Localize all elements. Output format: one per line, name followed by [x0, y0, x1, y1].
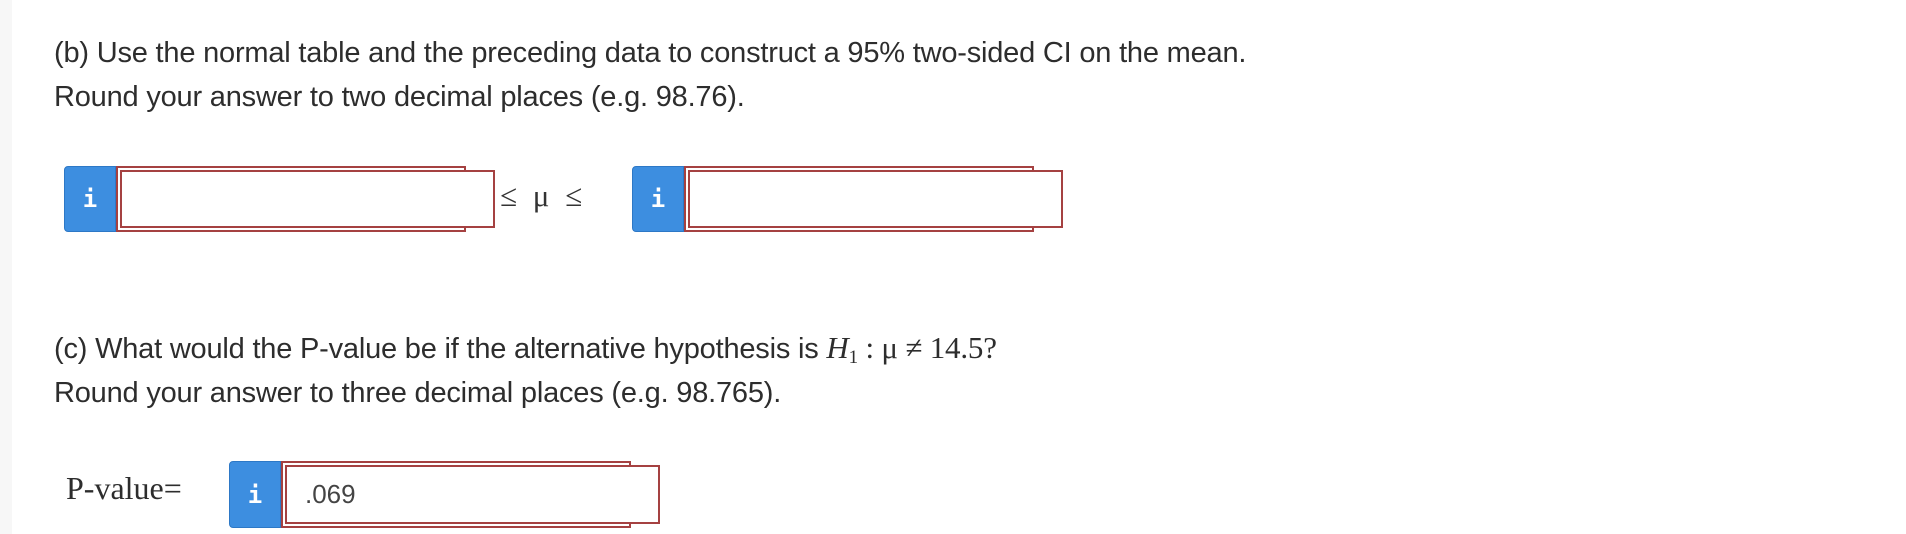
question-panel: (b) Use the normal table and the precedi… — [12, 0, 1906, 534]
info-icon[interactable]: i — [632, 166, 684, 232]
info-icon[interactable]: i — [64, 166, 116, 232]
p-value-group: i — [229, 461, 660, 528]
part-c-question-text: (c) What would the P-value be if the alt… — [54, 333, 827, 365]
info-icon[interactable]: i — [229, 461, 281, 528]
part-c-rounding-note: Round your answer to three decimal place… — [54, 377, 782, 409]
alt-hypothesis: H1 : μ ≠ 14.5? — [826, 330, 997, 368]
upper-bound-field-frame — [684, 166, 1063, 232]
part-b-prompt: (b) Use the normal table and the precedi… — [54, 31, 1246, 119]
lower-bound-field-frame — [116, 166, 495, 232]
lower-bound-group: i — [64, 166, 495, 232]
p-value-label: P-value= — [66, 470, 182, 506]
hypothesis-symbol: H — [826, 330, 849, 365]
p-value-field-frame — [281, 461, 660, 528]
part-b-instruction: (b) Use the normal table and the precedi… — [54, 37, 1247, 69]
part-c-prompt: (c) What would the P-value be if the alt… — [54, 326, 997, 415]
upper-bound-group: i — [632, 166, 1063, 232]
upper-bound-input[interactable] — [688, 170, 1063, 228]
p-value-input[interactable] — [285, 465, 660, 524]
ci-inequality: ≤ μ ≤ — [500, 178, 583, 213]
lower-bound-input[interactable] — [120, 170, 495, 228]
part-c-instruction: (c) What would the P-value be if the alt… — [54, 326, 997, 371]
part-b-rounding-note: Round your answer to two decimal places … — [54, 81, 745, 113]
hypothesis-subscript: 1 — [848, 347, 859, 368]
hypothesis-condition: : μ ≠ 14.5? — [857, 330, 997, 365]
